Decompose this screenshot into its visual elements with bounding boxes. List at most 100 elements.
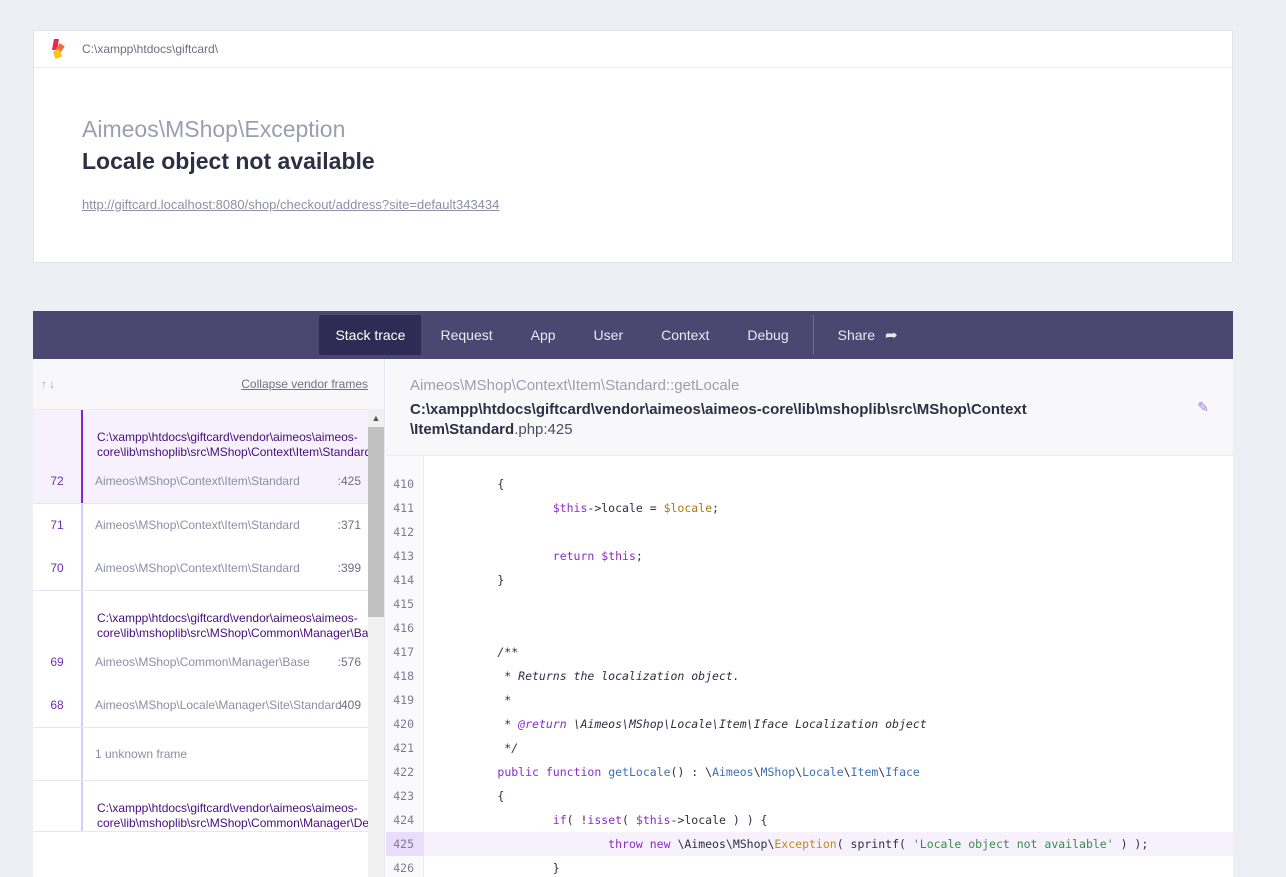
code-line: 418 * Returns the localization object. — [386, 664, 1233, 688]
code-line: 417 /** — [386, 640, 1233, 664]
code-line: 410 { — [386, 472, 1233, 496]
share-label: Share — [837, 327, 875, 343]
code-source: * — [442, 693, 512, 707]
tab-debug[interactable]: Debug — [728, 315, 807, 355]
code-source: * Returns the localization object. — [442, 669, 740, 683]
code-source — [424, 616, 442, 640]
code-line: 423 { — [386, 784, 1233, 808]
line-number: 422 — [393, 765, 414, 779]
code-line: 420 * @return \Aimeos\MShop\Locale\Item\… — [386, 712, 1233, 736]
code-line: 415 — [386, 592, 1233, 616]
collapse-vendor-frames-button[interactable]: Collapse vendor frames — [241, 377, 368, 391]
share-arrow-icon: ➦ — [884, 327, 898, 344]
tab-user[interactable]: User — [575, 315, 643, 355]
code-source: public function getLocale() : \Aimeos\MS… — [497, 765, 920, 779]
line-number: 417 — [393, 645, 414, 659]
frames-sidebar: ↑↓ Collapse vendor frames C:\xampp\htdoc… — [33, 359, 385, 877]
frame-group[interactable]: C:\xampp\htdocs\giftcard\vendor\aimeos\a… — [33, 781, 369, 832]
line-number: 413 — [393, 549, 414, 563]
frame-line: :399 — [337, 561, 361, 575]
code-source: } — [442, 573, 505, 587]
code-line: 414 } — [386, 568, 1233, 592]
frames-scrollbar[interactable]: ▲ — [368, 410, 384, 877]
code-line: 413 return $this; — [386, 544, 1233, 568]
frame-function: Aimeos\MShop\Common\Manager\Base — [95, 655, 310, 669]
frame-item[interactable]: 70 Aimeos\MShop\Context\Item\Standard :39… — [33, 547, 369, 590]
code-source — [424, 592, 442, 616]
request-url-link[interactable]: http://giftcard.localhost:8080/shop/chec… — [82, 197, 499, 212]
code-line-highlighted: 425 throw new \Aimeos\MShop\Exception( s… — [386, 832, 1233, 856]
code-line: 412 — [386, 520, 1233, 544]
code-source: { — [442, 477, 505, 491]
frames-header: ↑↓ Collapse vendor frames — [33, 359, 384, 410]
code-block: 410 { 411 $this->locale = $locale; 412 4… — [386, 456, 1233, 877]
tab-stack-trace[interactable]: Stack trace — [319, 315, 422, 355]
line-number: 418 — [393, 669, 414, 683]
tab-separator — [812, 315, 814, 355]
frame-group: C:\xampp\htdocs\giftcard\vendor\aimeos\a… — [33, 591, 369, 728]
code-source: return $this; — [552, 549, 643, 563]
frame-file: C:\xampp\htdocs\giftcard\vendor\aimeos\a… — [81, 410, 369, 460]
frame-item[interactable]: 72 Aimeos\MShop\Context\Item\Standard :42… — [33, 460, 369, 503]
edit-pencil-icon[interactable]: ✎ — [1197, 399, 1209, 416]
frames-list: C:\xampp\htdocs\giftcard\vendor\aimeos\a… — [33, 410, 369, 877]
code-source: $this->locale = $locale; — [552, 501, 719, 515]
line-number: 414 — [393, 573, 414, 587]
frame-line: :371 — [337, 518, 361, 532]
line-number: 424 — [393, 813, 414, 827]
line-number: 420 — [393, 717, 414, 731]
stack-panel: Stack trace Request App User Context Deb… — [33, 311, 1233, 877]
frame-file-path: C:\xampp\htdocs\giftcard\vendor\aimeos\a… — [410, 401, 1027, 438]
card-topbar: C:\xampp\htdocs\giftcard\ — [34, 31, 1232, 68]
code-viewer: Aimeos\MShop\Context\Item\Standard::getL… — [386, 359, 1233, 877]
frame-item[interactable]: 68 Aimeos\MShop\Locale\Manager\Site\Stan… — [33, 684, 369, 727]
frame-number: 71 — [50, 518, 64, 532]
code-source: * @return \Aimeos\MShop\Locale\Item\Ifac… — [442, 717, 927, 731]
code-source: { — [442, 789, 505, 803]
tab-context[interactable]: Context — [642, 315, 728, 355]
code-source: /** — [442, 645, 519, 659]
frame-file: C:\xampp\htdocs\giftcard\vendor\aimeos\a… — [81, 781, 369, 831]
frame-number: 70 — [50, 561, 64, 575]
code-line: 426 } — [386, 856, 1233, 877]
frame-line: :425 — [337, 474, 361, 488]
frame-group: 71 Aimeos\MShop\Context\Item\Standard :37… — [33, 504, 369, 591]
unknown-frames[interactable]: 1 unknown frame — [81, 728, 369, 780]
code-source: if( !isset( $this->locale ) ) { — [552, 813, 768, 827]
line-number: 411 — [393, 501, 414, 515]
sort-arrows-icon[interactable]: ↑↓ — [41, 377, 57, 391]
code-line: 419 * — [386, 688, 1233, 712]
frame-number: 72 — [50, 474, 64, 488]
ignition-logo-icon — [51, 39, 65, 59]
frame-line: :576 — [337, 655, 361, 669]
frame-group: 1 unknown frame — [33, 728, 369, 781]
project-path: C:\xampp\htdocs\giftcard\ — [82, 42, 219, 56]
scrollbar-thumb[interactable] — [368, 427, 384, 617]
tab-request[interactable]: Request — [421, 315, 511, 355]
code-source: } — [442, 861, 560, 875]
exception-class: Aimeos\MShop\Exception — [82, 116, 346, 142]
frame-function: Aimeos\MShop\Context\Item\Standard — [95, 474, 300, 488]
frame-function-title: Aimeos\MShop\Context\Item\Standard::getL… — [410, 377, 740, 394]
frame-function: Aimeos\MShop\Context\Item\Standard — [95, 561, 300, 575]
line-number: 425 — [386, 832, 424, 856]
code-source: throw new \Aimeos\MShop\Exception( sprin… — [608, 837, 1149, 851]
code-header: Aimeos\MShop\Context\Item\Standard::getL… — [386, 359, 1233, 456]
line-number: 416 — [393, 621, 414, 635]
frame-item[interactable]: 71 Aimeos\MShop\Context\Item\Standard :37… — [33, 504, 369, 547]
frame-item[interactable]: 69 Aimeos\MShop\Common\Manager\Base:576 — [33, 641, 369, 684]
line-number: 415 — [393, 597, 414, 611]
scroll-up-icon[interactable]: ▲ — [368, 410, 384, 427]
line-number: 423 — [393, 789, 414, 803]
tab-share[interactable]: Share ➦ — [819, 315, 917, 355]
frame-group[interactable]: C:\xampp\htdocs\giftcard\vendor\aimeos\a… — [33, 410, 369, 504]
line-number: 419 — [393, 693, 414, 707]
line-number: 412 — [393, 525, 414, 539]
line-number: 426 — [393, 861, 414, 875]
exception-card: C:\xampp\htdocs\giftcard\ Aimeos\MShop\E… — [33, 30, 1233, 263]
code-source: */ — [442, 741, 519, 755]
line-number: 410 — [393, 477, 414, 491]
exception-message: Locale object not available — [82, 148, 375, 174]
frame-function: Aimeos\MShop\Context\Item\Standard — [95, 518, 300, 532]
tab-app[interactable]: App — [512, 315, 575, 355]
